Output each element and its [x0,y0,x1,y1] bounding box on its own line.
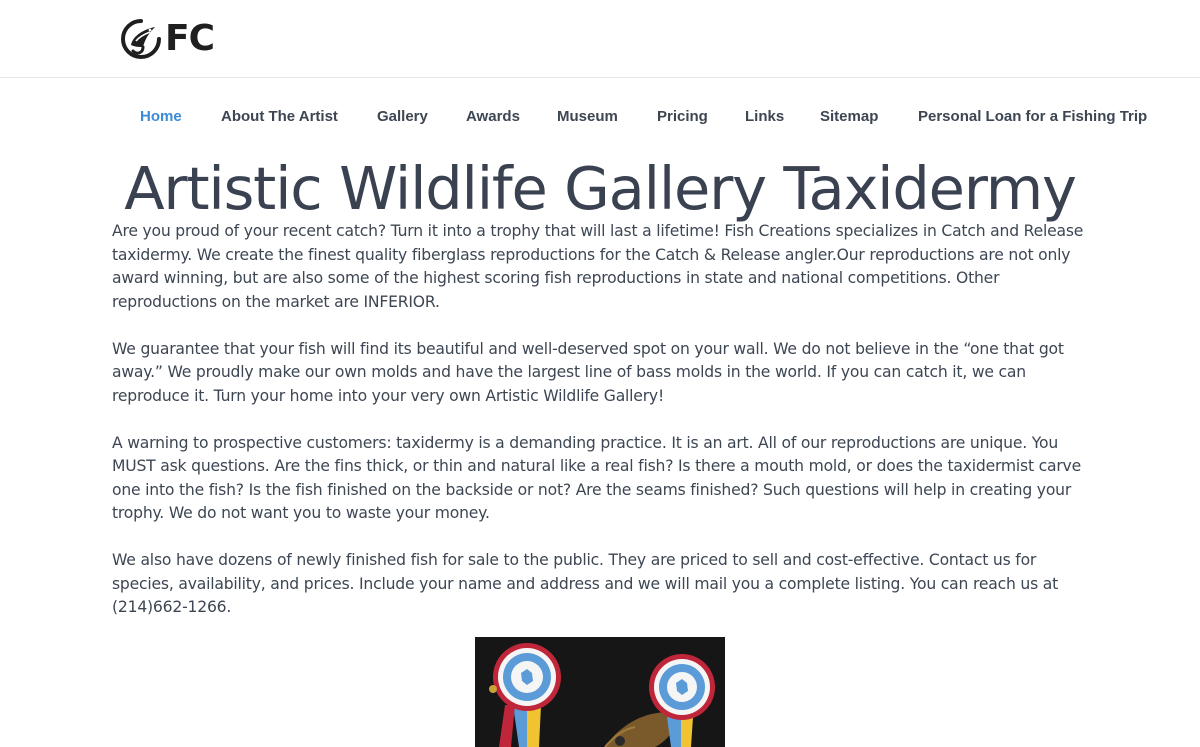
site-header: FC [0,0,1200,78]
guarantee-paragraph: We guarantee that your fish will find it… [112,339,1064,405]
logo-text: FC [165,18,215,59]
nav-pricing[interactable]: Pricing [657,105,708,129]
nav-home[interactable]: Home [140,105,182,129]
site-logo[interactable]: FC [119,16,215,61]
award-ribbons-photo [475,637,725,747]
for-sale-paragraph: We also have dozens of newly finished fi… [112,551,1059,616]
warning-paragraph: A warning to prospective customers: taxi… [112,433,1081,523]
intro-paragraph: Are you proud of your recent catch? Turn… [112,222,1084,311]
main-nav: Home About The Artist Gallery Awards Mus… [0,105,1200,129]
nav-gallery[interactable]: Gallery [377,105,428,129]
nav-sitemap[interactable]: Sitemap [820,105,878,129]
nav-personal-loan[interactable]: Personal Loan for a Fishing Trip [918,105,1147,129]
nav-awards[interactable]: Awards [466,105,520,129]
page-title: Artistic Wildlife Gallery Taxidermy [124,154,1077,223]
fish-hook-circle-icon [121,18,161,59]
intro-content: Are you proud of your recent catch? Turn… [112,220,1092,643]
nav-museum[interactable]: Museum [557,105,618,129]
nav-links[interactable]: Links [745,105,784,129]
nav-about-the-artist[interactable]: About The Artist [221,105,338,129]
